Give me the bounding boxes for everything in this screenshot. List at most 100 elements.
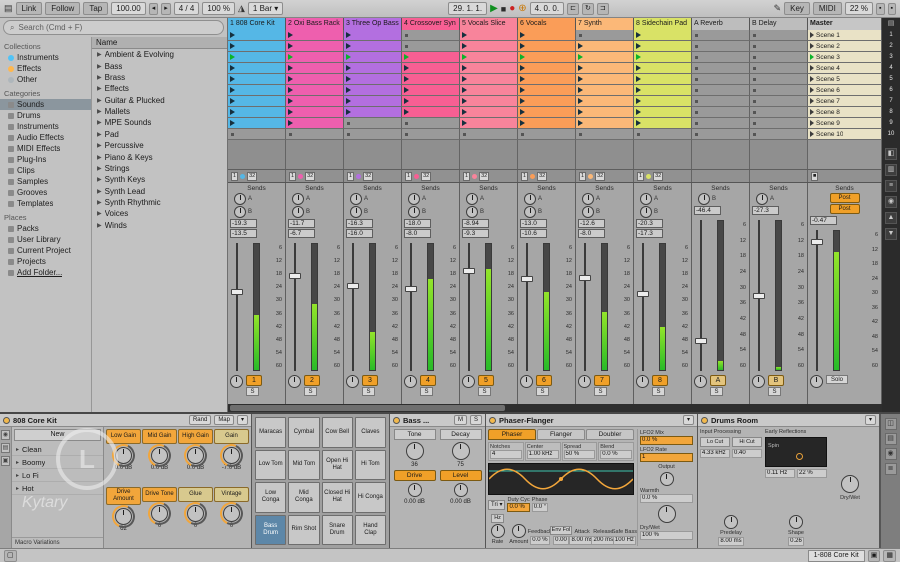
- predelay-value[interactable]: 8.00 ms: [718, 537, 744, 546]
- link-button[interactable]: Link: [15, 2, 43, 15]
- clip[interactable]: [344, 41, 402, 52]
- pan-knob[interactable]: [462, 375, 475, 388]
- browser-list-item[interactable]: ▶ Effects: [92, 83, 227, 94]
- clip[interactable]: [402, 63, 460, 74]
- room-dry-wet-knob[interactable]: [841, 474, 859, 493]
- browser-list-item[interactable]: ▶ Synth Rhythmic: [92, 197, 227, 208]
- track-header-1-808-core-kit[interactable]: 1 808 Core Kit: [228, 18, 286, 30]
- selected-clip-label[interactable]: 1-808 Core Kit: [807, 549, 865, 562]
- drum-pad-hand-clap[interactable]: Hand Clap: [354, 514, 386, 545]
- return-slot[interactable]: [692, 96, 750, 107]
- scene-number[interactable]: 4: [882, 63, 900, 74]
- track-header-7-synth[interactable]: 7 Synth: [576, 18, 634, 30]
- rand-button[interactable]: Rand: [188, 415, 212, 425]
- send-b-knob[interactable]: [466, 205, 478, 218]
- return-slot[interactable]: [692, 107, 750, 118]
- send-a-knob[interactable]: [640, 192, 652, 205]
- clip-slot[interactable]: [286, 129, 344, 140]
- sidebar-item-clips[interactable]: Clips: [0, 165, 91, 176]
- midi-map-button[interactable]: MIDI: [812, 2, 842, 15]
- clip[interactable]: [576, 107, 634, 118]
- track-activator[interactable]: 2: [304, 375, 320, 386]
- return-slot[interactable]: [750, 85, 808, 96]
- track-activator[interactable]: 8: [652, 375, 668, 386]
- sidebar-item-effects[interactable]: Effects: [0, 63, 91, 74]
- chain-lo-fi[interactable]: ▸ Lo Fi: [12, 469, 103, 482]
- send-a-knob[interactable]: [582, 192, 594, 205]
- send-b-knob[interactable]: [698, 192, 710, 205]
- solo-button[interactable]: S: [536, 387, 549, 396]
- scene-number[interactable]: 7: [882, 96, 900, 107]
- clip[interactable]: [634, 107, 692, 118]
- predelay-knob[interactable]: [724, 515, 738, 529]
- track-activator[interactable]: 3: [362, 375, 378, 386]
- pan-knob[interactable]: [230, 375, 243, 388]
- record-button[interactable]: ●: [509, 3, 515, 14]
- return-slot[interactable]: [750, 118, 808, 129]
- volume-fader[interactable]: [637, 290, 649, 297]
- spin-display[interactable]: Spin: [765, 437, 827, 467]
- clip-slot[interactable]: [402, 129, 460, 140]
- fold-icon[interactable]: ▾: [682, 415, 694, 425]
- macro-view-icon[interactable]: ◉: [1, 430, 10, 440]
- track-header-4-crossover-syn[interactable]: 4 Crossover Syn: [402, 18, 460, 30]
- clip-view-toggle-icon[interactable]: ▣: [867, 549, 881, 562]
- browser-list-item[interactable]: ▶ Strings: [92, 163, 227, 174]
- clip[interactable]: [344, 63, 402, 74]
- track-header-6-vocals[interactable]: 6 Vocals: [518, 18, 576, 30]
- clip[interactable]: [460, 52, 518, 63]
- clip[interactable]: [518, 41, 576, 52]
- notches-param[interactable]: Notches 4: [488, 442, 524, 461]
- browser-list-item[interactable]: ▶ Brass: [92, 72, 227, 83]
- pan-knob[interactable]: [694, 375, 707, 388]
- clip[interactable]: [634, 63, 692, 74]
- cue-volume-knob[interactable]: [810, 375, 823, 388]
- chain-view-icon[interactable]: ▤: [1, 443, 10, 453]
- clip[interactable]: [460, 85, 518, 96]
- solo-button[interactable]: S: [246, 387, 259, 396]
- session-record-button[interactable]: ⊕: [518, 3, 526, 14]
- volume-fader[interactable]: [405, 286, 417, 293]
- send-b-knob[interactable]: [408, 205, 420, 218]
- map-button[interactable]: Map: [214, 415, 234, 425]
- clip[interactable]: [402, 85, 460, 96]
- scene-slot[interactable]: Scene 8: [808, 107, 882, 118]
- device-on-toggle[interactable]: [3, 416, 10, 424]
- scene-slot[interactable]: Scene 9: [808, 118, 882, 129]
- volume-fader[interactable]: [521, 276, 533, 283]
- browser-list-item[interactable]: ▶ Winds: [92, 220, 227, 231]
- phase-value[interactable]: 0.0 °: [531, 503, 549, 512]
- feedback-value[interactable]: 0.0 %: [530, 536, 550, 545]
- track-header-8-sidechain-pad[interactable]: 8 Sidechain Pad: [634, 18, 692, 30]
- track-activator[interactable]: 6: [536, 375, 552, 386]
- volume-fader[interactable]: [695, 338, 707, 345]
- clip[interactable]: [402, 52, 460, 63]
- return-slot[interactable]: [750, 63, 808, 74]
- browser-list-item[interactable]: ▶ Mallets: [92, 106, 227, 117]
- browser-list-item[interactable]: ▶ Bass: [92, 60, 227, 71]
- amount-knob[interactable]: [511, 524, 526, 538]
- clip[interactable]: [286, 118, 344, 129]
- warmth-value[interactable]: 0.0 %: [640, 494, 693, 503]
- scene-number[interactable]: 1: [882, 30, 900, 41]
- track-activator[interactable]: 4: [420, 375, 436, 386]
- browser-list-item[interactable]: ▶ Synth Lead: [92, 186, 227, 197]
- clip[interactable]: [460, 30, 518, 41]
- clip[interactable]: [286, 85, 344, 96]
- return-slot[interactable]: [750, 52, 808, 63]
- scene-slot[interactable]: Scene 6: [808, 85, 882, 96]
- preferences-icon[interactable]: ▤: [4, 3, 13, 14]
- clip[interactable]: [518, 30, 576, 41]
- scene-number[interactable]: 3: [882, 52, 900, 63]
- scene-slot[interactable]: Scene 10: [808, 129, 882, 140]
- master-header[interactable]: Master: [808, 18, 882, 30]
- clip[interactable]: [286, 107, 344, 118]
- mute-button[interactable]: M: [453, 415, 467, 425]
- send-a-knob[interactable]: [756, 192, 768, 205]
- macro-knob[interactable]: [187, 504, 204, 522]
- macro-knob[interactable]: [115, 447, 132, 464]
- clip[interactable]: [286, 74, 344, 85]
- clip[interactable]: [576, 118, 634, 129]
- chain-boomy[interactable]: ▸ Boomy: [12, 456, 103, 469]
- clip[interactable]: [286, 96, 344, 107]
